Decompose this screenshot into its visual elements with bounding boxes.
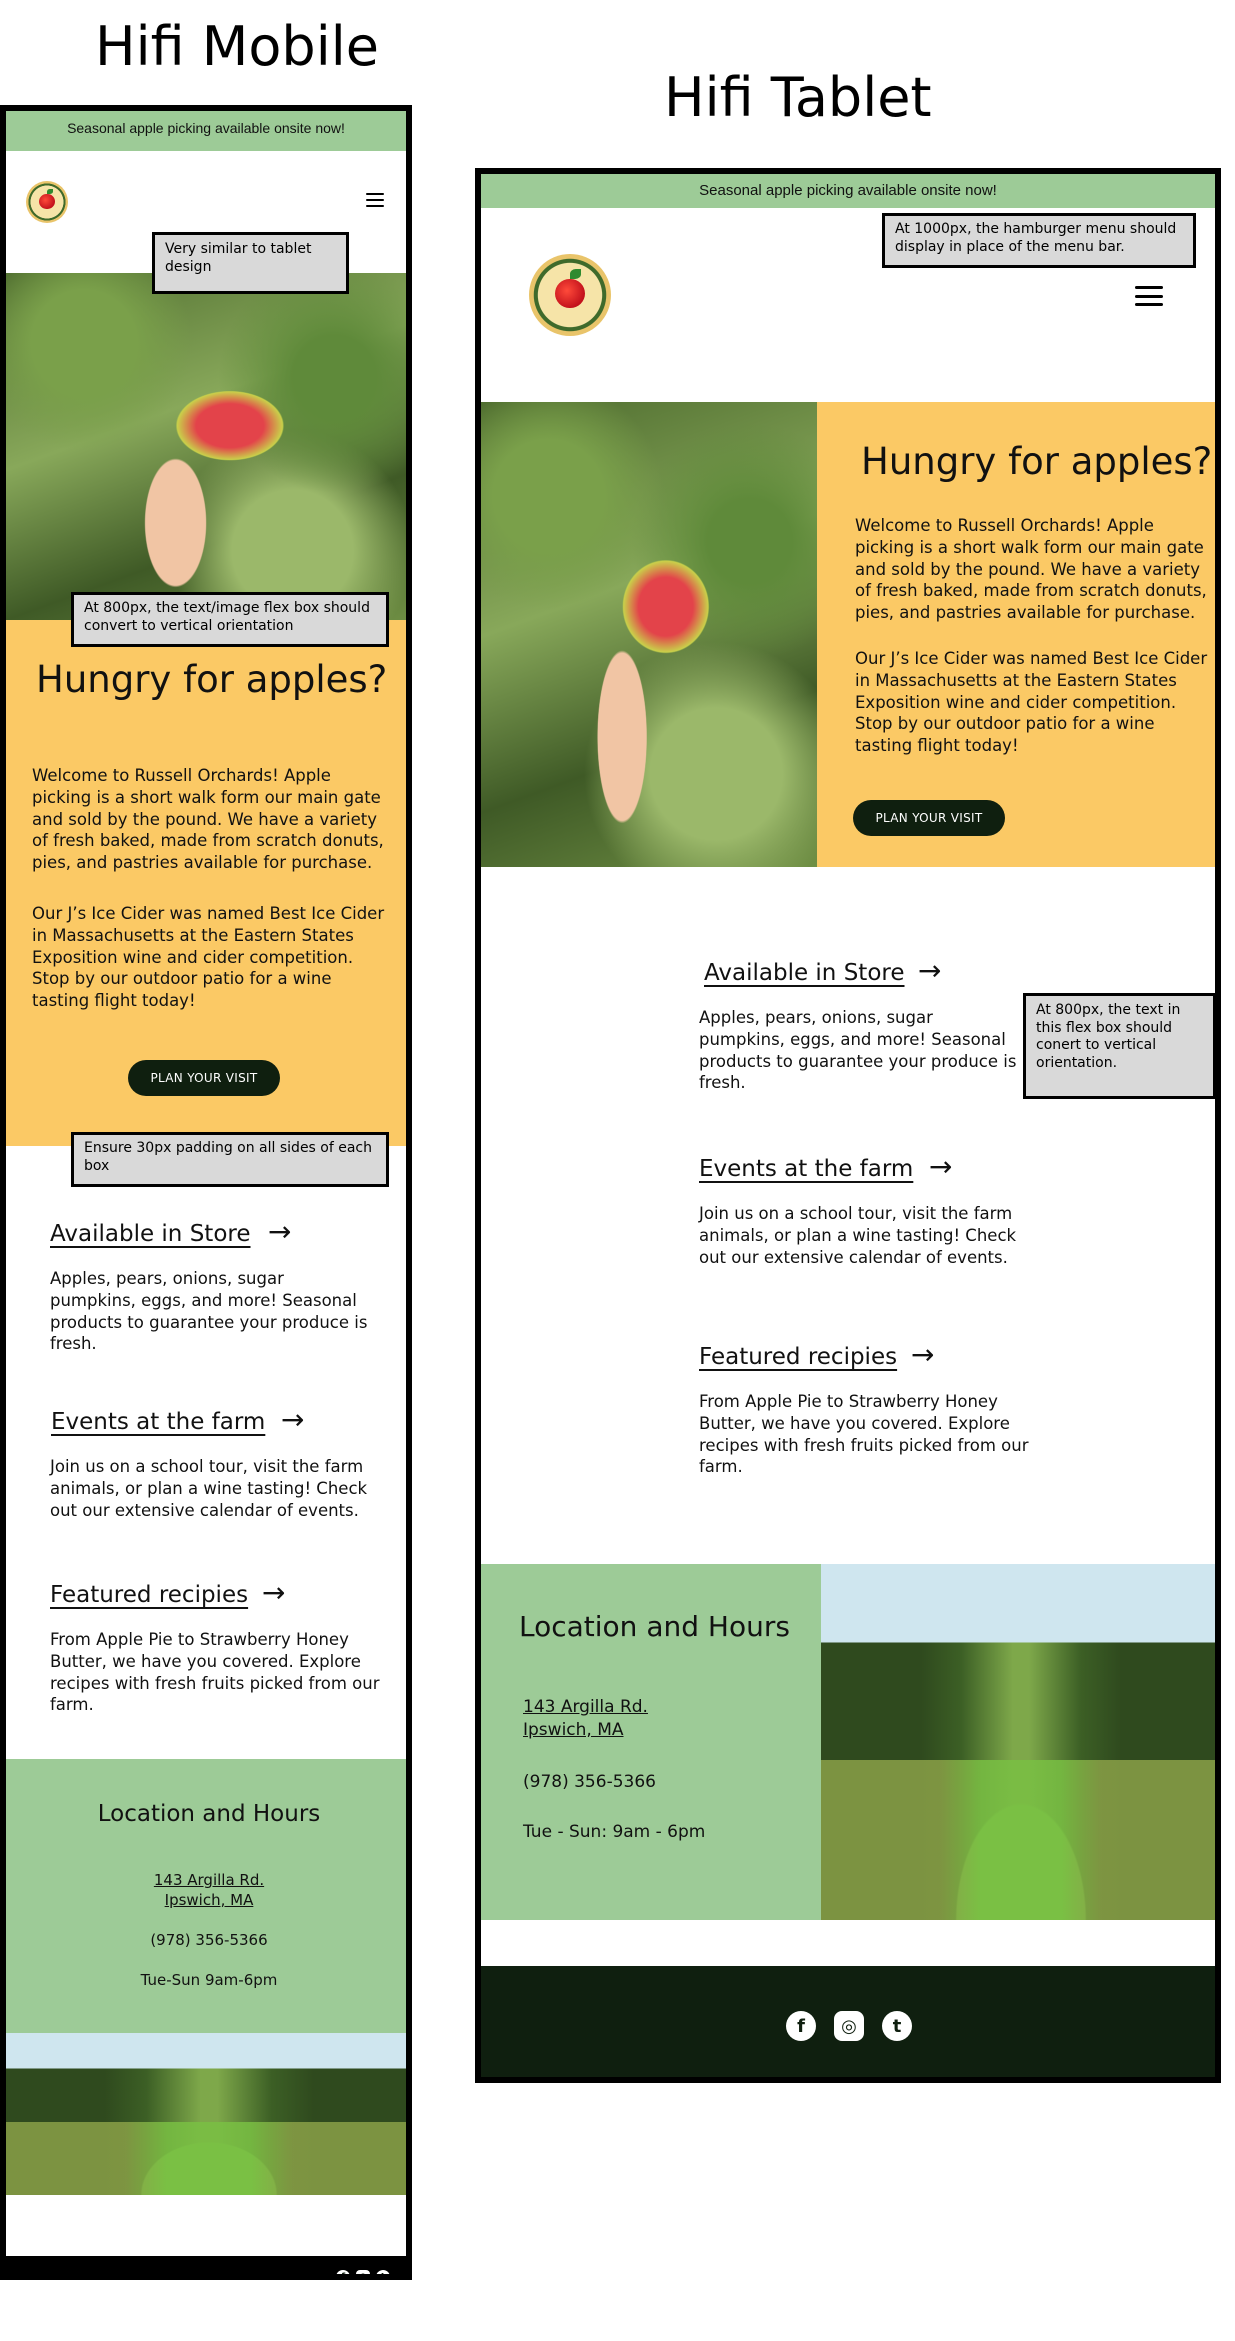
mobile-address[interactable]: 143 Argilla Rd. Ipswich, MA (6, 1871, 406, 1910)
tablet-logo[interactable] (529, 254, 611, 336)
tablet-heading: Hifi Tablet (664, 66, 932, 129)
tablet-available-in-store-link[interactable]: Available in Store (704, 960, 905, 986)
tablet-hero-paragraph-1: Welcome to Russell Orchards! Apple picki… (855, 516, 1207, 623)
tablet-hero-title: Hungry for apples? (861, 440, 1213, 483)
arrow-right-icon[interactable]: → (911, 1338, 934, 1371)
note-tablet-flex: At 800px, the text in this flex box shou… (1023, 993, 1216, 1099)
tablet-banner: Seasonal apple picking available onsite … (481, 174, 1215, 208)
mobile-social-icons: f ◎ t (336, 2270, 390, 2274)
mobile-frame: Seasonal apple picking available onsite … (0, 105, 412, 2280)
note-tablet-menu: At 1000px, the hamburger menu should dis… (882, 213, 1196, 268)
mobile-footer: f ◎ t (6, 2256, 406, 2274)
tablet-social-icons: f ◎ t (786, 2011, 912, 2041)
twitter-icon[interactable]: t (882, 2011, 912, 2041)
tablet-location-box: Location and Hours 143 Argilla Rd. Ipswi… (481, 1564, 821, 1920)
tablet-featured-recipes-text: From Apple Pie to Strawberry Honey Butte… (699, 1392, 1029, 1477)
mobile-location-title: Location and Hours (97, 1801, 321, 1827)
tablet-hero-image (481, 402, 817, 867)
tablet-available-in-store-text: Apples, pears, onions, sugar pumpkins, e… (699, 1008, 1017, 1093)
arrow-right-icon[interactable]: → (268, 1215, 291, 1248)
mobile-available-in-store-link[interactable]: Available in Store (50, 1221, 251, 1247)
twitter-icon[interactable]: t (376, 2270, 390, 2274)
arrow-right-icon[interactable]: → (281, 1403, 304, 1436)
mobile-phone[interactable]: (978) 356-5366 (6, 1931, 406, 1949)
mobile-hours: Tue-Sun 9am-6pm (140, 1971, 278, 1989)
mobile-plan-visit-button[interactable]: PLAN YOUR VISIT (128, 1060, 280, 1096)
note-mobile-header: Very similar to tablet design (152, 232, 349, 294)
hamburger-menu-icon[interactable] (366, 193, 384, 207)
tablet-frame: Seasonal apple picking available onsite … (475, 168, 1221, 2083)
mobile-banner: Seasonal apple picking available onsite … (6, 111, 406, 151)
mobile-address-line-1[interactable]: 143 Argilla Rd. (154, 1871, 264, 1889)
tablet-footer: f ◎ t (481, 1966, 1215, 2077)
arrow-right-icon[interactable]: → (929, 1150, 952, 1183)
mobile-address-line-2[interactable]: Ipswich, MA (165, 1891, 254, 1909)
facebook-icon[interactable]: f (336, 2270, 350, 2274)
tablet-location-title: Location and Hours (519, 1610, 790, 1643)
mobile-featured-recipes-link[interactable]: Featured recipies (50, 1582, 248, 1608)
tablet-plan-visit-button[interactable]: PLAN YOUR VISIT (853, 800, 1005, 836)
tablet-hero-text-box: Hungry for apples? Welcome to Russell Or… (817, 402, 1215, 867)
mobile-heading: Hifi Mobile (95, 15, 379, 78)
hamburger-menu-icon[interactable] (1135, 286, 1163, 306)
tablet-address-line-2[interactable]: Ipswich, MA (523, 1720, 624, 1740)
note-mobile-padding: Ensure 30px padding on all sides of each… (71, 1132, 389, 1187)
mobile-hero-paragraph-1: Welcome to Russell Orchards! Apple picki… (32, 766, 384, 873)
facebook-icon[interactable]: f (786, 2011, 816, 2041)
mobile-events-text: Join us on a school tour, visit the farm… (50, 1457, 368, 1520)
mobile-hero-image (6, 273, 406, 620)
mobile-events-link[interactable]: Events at the farm (51, 1409, 265, 1435)
tablet-address[interactable]: 143 Argilla Rd. Ipswich, MA (523, 1696, 648, 1742)
tablet-hero-paragraph-2: Our J’s Ice Cider was named Best Ice Cid… (855, 649, 1208, 756)
tablet-phone[interactable]: (978) 356-5366 (523, 1772, 656, 1792)
instagram-icon[interactable]: ◎ (834, 2011, 864, 2041)
tablet-address-line-1[interactable]: 143 Argilla Rd. (523, 1697, 648, 1717)
mobile-featured-recipes-text: From Apple Pie to Strawberry Honey Butte… (50, 1630, 380, 1715)
tablet-featured-recipes-link[interactable]: Featured recipies (699, 1344, 897, 1370)
mobile-location-box: Location and Hours 143 Argilla Rd. Ipswi… (6, 1759, 406, 2033)
mobile-hero-text-box: Hungry for apples? Welcome to Russell Or… (6, 620, 406, 1146)
mobile-available-in-store-text: Apples, pears, onions, sugar pumpkins, e… (50, 1269, 368, 1354)
arrow-right-icon[interactable]: → (262, 1576, 285, 1609)
mobile-orchard-image (6, 2033, 406, 2195)
mobile-logo[interactable] (26, 181, 68, 223)
instagram-icon[interactable]: ◎ (356, 2270, 370, 2274)
mobile-hero-paragraph-2: Our J’s Ice Cider was named Best Ice Cid… (32, 904, 385, 1011)
tablet-hours: Tue - Sun: 9am - 6pm (523, 1822, 706, 1842)
note-mobile-flex: At 800px, the text/image flex box should… (71, 592, 389, 647)
arrow-right-icon[interactable]: → (918, 954, 941, 987)
tablet-orchard-image (821, 1564, 1215, 1920)
tablet-events-link[interactable]: Events at the farm (699, 1156, 913, 1182)
mobile-hero-title: Hungry for apples? (36, 658, 388, 701)
tablet-events-text: Join us on a school tour, visit the farm… (699, 1204, 1017, 1267)
